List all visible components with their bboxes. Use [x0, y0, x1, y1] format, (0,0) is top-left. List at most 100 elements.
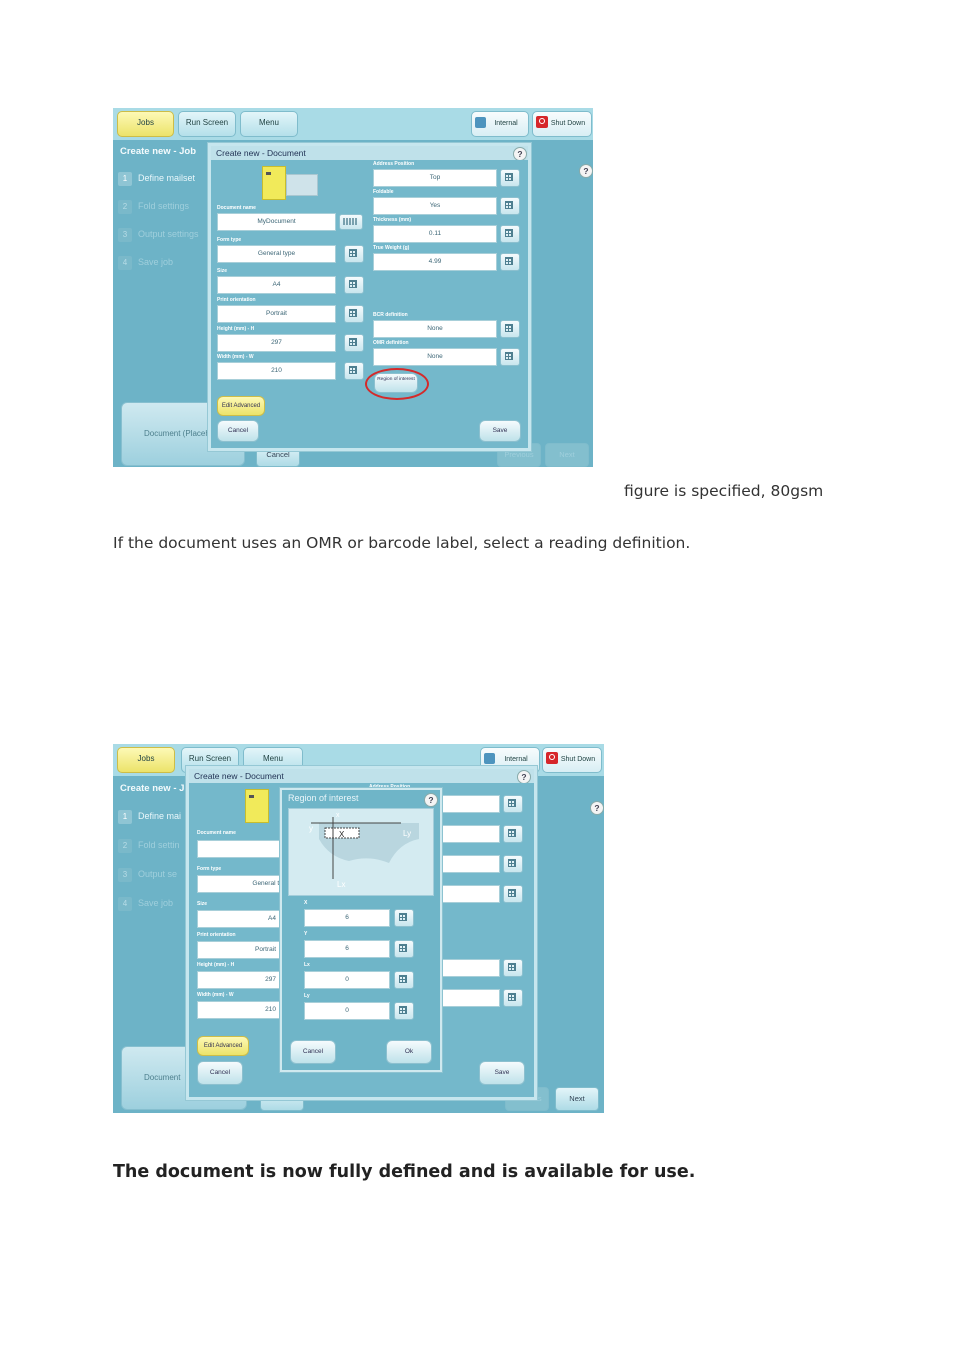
foldable-field[interactable]: Yes	[373, 197, 497, 215]
roi-diagram: x y X Ly Lx	[288, 808, 434, 896]
step-output-settings[interactable]: 3 Output se	[118, 868, 177, 882]
size-field[interactable]: A4	[197, 910, 281, 928]
ly-field-label: Ly	[304, 993, 310, 999]
region-of-interest-dialog: Region of interest ? x y X Ly Lx X 6 Y 6…	[280, 788, 442, 1072]
bcr-definition-field[interactable]: None	[373, 320, 497, 338]
field-label: Height (mm) - H	[217, 326, 255, 332]
dialog-cancel-button[interactable]: Cancel	[217, 420, 259, 442]
true-weight-field[interactable]	[434, 885, 500, 903]
print-orientation-field[interactable]: Portrait	[197, 941, 281, 959]
step-save-job[interactable]: 4 Save job	[118, 256, 173, 270]
step-fold-settings[interactable]: 2 Fold settin	[118, 839, 180, 853]
keypad-icon[interactable]	[394, 940, 414, 958]
step-label: Output se	[138, 869, 178, 879]
menu-button[interactable]: Menu	[240, 111, 298, 137]
keyboard-icon[interactable]	[339, 214, 363, 230]
roi-cancel-button[interactable]: Cancel	[290, 1040, 336, 1064]
form-type-field[interactable]: General typ	[197, 875, 291, 893]
lx-field-label: Lx	[304, 962, 310, 968]
select-icon[interactable]	[503, 989, 523, 1007]
keypad-icon[interactable]	[344, 362, 364, 380]
step-number: 3	[118, 228, 132, 242]
select-icon[interactable]	[500, 348, 520, 366]
next-button[interactable]: Next	[545, 443, 589, 467]
keypad-icon[interactable]	[394, 971, 414, 989]
edit-advanced-button[interactable]: Edit Advanced	[197, 1036, 249, 1056]
omr-definition-field[interactable]: None	[373, 348, 497, 366]
edit-advanced-button[interactable]: Edit Advanced	[217, 396, 265, 416]
step-number: 1	[118, 810, 132, 824]
size-field[interactable]: A4	[217, 276, 336, 294]
keypad-icon[interactable]	[503, 855, 523, 873]
document-name-input[interactable]: MyDocument	[217, 213, 336, 231]
printer-icon	[484, 753, 495, 764]
foldable-field[interactable]	[434, 825, 500, 843]
next-button[interactable]: Next	[555, 1087, 599, 1111]
select-icon[interactable]	[503, 959, 523, 977]
x-field[interactable]: 6	[304, 909, 390, 927]
height-field[interactable]: 297	[197, 971, 281, 989]
step-output-settings[interactable]: 3 Output settings	[118, 228, 199, 242]
step-number: 1	[118, 172, 132, 186]
thickness-field[interactable]: 0.11	[373, 225, 497, 243]
keypad-icon[interactable]	[344, 334, 364, 352]
width-field[interactable]: 210	[217, 362, 336, 380]
select-icon[interactable]	[503, 825, 523, 843]
keypad-icon[interactable]	[500, 253, 520, 271]
jobs-button[interactable]: Jobs	[117, 747, 175, 773]
roi-help-icon[interactable]: ?	[424, 793, 438, 807]
y-field[interactable]: 6	[304, 940, 390, 958]
keypad-icon[interactable]	[394, 1002, 414, 1020]
jobs-button[interactable]: Jobs	[117, 111, 174, 137]
y-axis-label: y	[309, 824, 313, 833]
select-icon[interactable]	[500, 169, 520, 187]
step-save-job[interactable]: 4 Save job	[118, 897, 173, 911]
step-define-mailset[interactable]: 1 Define mai	[118, 810, 181, 824]
select-icon[interactable]	[500, 320, 520, 338]
bcr-definition-field[interactable]	[434, 959, 500, 977]
keypad-icon[interactable]	[394, 909, 414, 927]
step-fold-settings[interactable]: 2 Fold settings	[118, 200, 189, 214]
true-weight-field[interactable]: 4.99	[373, 253, 497, 271]
select-icon[interactable]	[344, 245, 364, 263]
dialog-cancel-button[interactable]: Cancel	[197, 1061, 243, 1085]
keypad-icon[interactable]	[500, 225, 520, 243]
save-button[interactable]: Save	[479, 1061, 525, 1085]
select-icon[interactable]	[344, 276, 364, 294]
internal-button[interactable]: Internal	[471, 111, 529, 137]
thickness-field[interactable]	[434, 855, 500, 873]
select-icon[interactable]	[500, 197, 520, 215]
document-name-input[interactable]	[197, 840, 287, 858]
screenshot-region-of-interest: Jobs Run Screen Menu Internal Shut Down …	[113, 744, 604, 1113]
select-icon[interactable]	[344, 305, 364, 323]
save-button[interactable]: Save	[479, 420, 521, 442]
field-label: Document name	[197, 830, 236, 836]
omr-definition-field[interactable]	[434, 989, 500, 1007]
dialog-help-icon[interactable]: ?	[513, 147, 527, 161]
print-orientation-field[interactable]: Portrait	[217, 305, 336, 323]
dialog-title: Create new - Document	[189, 769, 534, 783]
step-label: Fold settin	[138, 840, 180, 850]
width-field[interactable]: 210	[197, 1001, 281, 1019]
dialog-help-icon[interactable]: ?	[517, 770, 531, 784]
job-title: Create new - Job	[120, 146, 197, 157]
ly-field[interactable]: 0	[304, 1002, 390, 1020]
shut-down-button[interactable]: Shut Down	[532, 111, 592, 137]
step-label: Save job	[138, 898, 174, 908]
help-icon[interactable]: ?	[590, 801, 604, 815]
field-label: BCR definition	[373, 312, 408, 318]
address-position-field[interactable]: Top	[373, 169, 497, 187]
shut-down-button[interactable]: Shut Down	[542, 747, 602, 773]
roi-ok-button[interactable]: Ok	[386, 1040, 432, 1064]
step-define-mailset[interactable]: 1 Define mailset	[118, 172, 195, 186]
lx-field[interactable]: 0	[304, 971, 390, 989]
document-icon	[245, 789, 269, 823]
run-screen-button[interactable]: Run Screen	[178, 111, 236, 137]
screenshot-create-document: Jobs Run Screen Menu Internal Shut Down …	[113, 108, 593, 467]
form-type-field[interactable]: General type	[217, 245, 336, 263]
height-field[interactable]: 297	[217, 334, 336, 352]
help-icon[interactable]: ?	[579, 164, 593, 178]
select-icon[interactable]	[503, 795, 523, 813]
address-position-field[interactable]	[434, 795, 500, 813]
keypad-icon[interactable]	[503, 885, 523, 903]
